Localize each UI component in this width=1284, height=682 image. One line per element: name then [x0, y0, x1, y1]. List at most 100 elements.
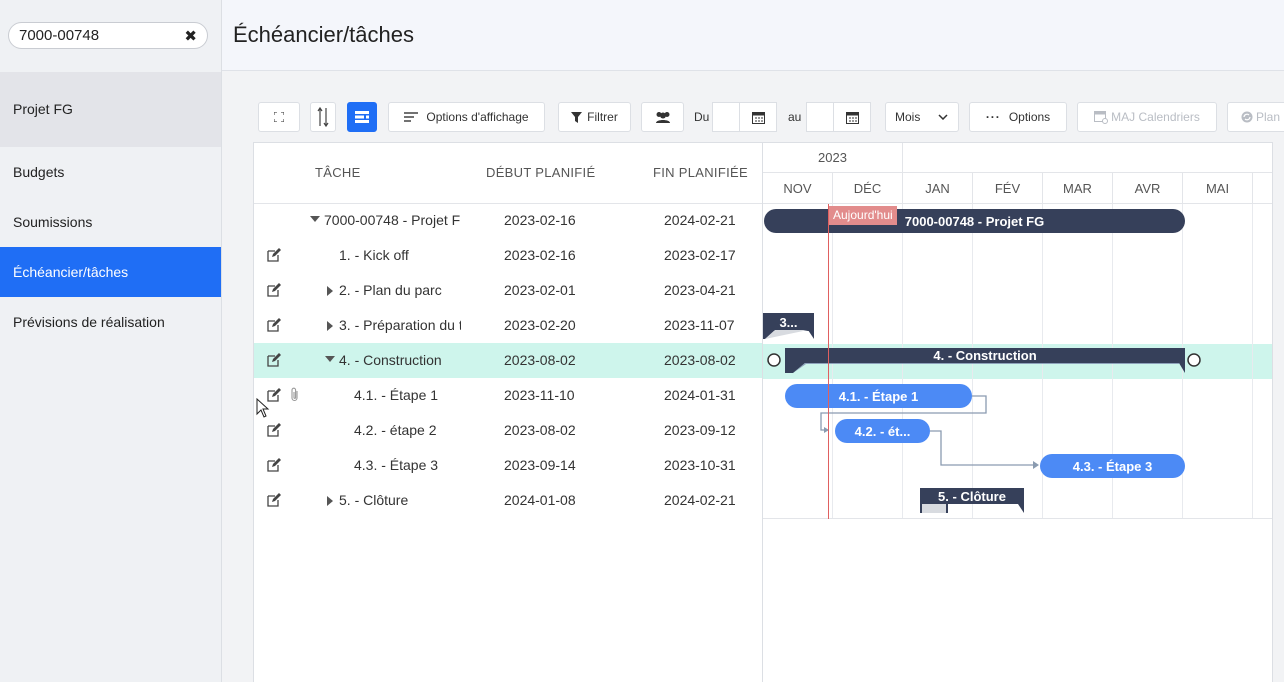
task-end: 2024-02-21: [664, 492, 736, 508]
gantt-bar-label: 7000-00748 - Projet FG: [904, 213, 1045, 229]
expand-rows-button[interactable]: [310, 102, 336, 132]
expand-icon[interactable]: [327, 321, 333, 331]
resources-button[interactable]: [641, 102, 684, 132]
table-row[interactable]: 5. - Clôture 2024-01-08 2024-02-21: [254, 483, 764, 518]
search-input[interactable]: [19, 26, 179, 45]
expand-icon[interactable]: [327, 496, 333, 506]
collapse-icon[interactable]: [310, 216, 320, 222]
gantt-chart: 2023 NOV DÉC JAN FÉV MAR AVR MAI 7000-00…: [762, 142, 1273, 682]
update-calendars-label: MAJ Calendriers: [1111, 110, 1200, 124]
task-start: 2023-02-16: [504, 212, 576, 228]
from-date-input[interactable]: [712, 102, 740, 132]
update-calendars-button[interactable]: MAJ Calendriers: [1077, 102, 1217, 132]
search-box: ✖: [8, 22, 208, 49]
display-options-button[interactable]: Options d'affichage: [388, 102, 545, 132]
gantt-bar-step-2[interactable]: 4.2. - ét...: [835, 419, 930, 443]
gantt-bar-label: 3...: [779, 314, 798, 330]
to-date-input[interactable]: [806, 102, 834, 132]
plan-label: Plan: [1256, 110, 1281, 124]
options-button[interactable]: ··· Options: [969, 102, 1067, 132]
task-start: 2023-08-02: [504, 352, 576, 368]
ellipsis-icon: ···: [985, 110, 1001, 124]
clear-search-icon[interactable]: ✖: [184, 27, 197, 45]
calendar-icon: [751, 111, 765, 124]
fullscreen-button[interactable]: [258, 102, 300, 132]
calendar-sync-icon: [1094, 111, 1109, 124]
task-name: 2. - Plan du parc: [339, 282, 442, 298]
column-header-end[interactable]: FIN PLANIFIÉE: [653, 165, 748, 180]
edit-icon[interactable]: [266, 317, 282, 333]
page-title: Échéancier/tâches: [233, 22, 414, 47]
sidebar-item-budgets[interactable]: Budgets: [0, 147, 221, 197]
table-row[interactable]: 4.3. - Étape 3 2023-09-14 2023-10-31: [254, 448, 764, 483]
table-row[interactable]: 4.1. - Étape 1 2023-11-10 2024-01-31: [254, 378, 764, 413]
from-label: Du: [694, 110, 710, 124]
expand-icon[interactable]: [327, 286, 333, 296]
chevron-down-icon: [938, 114, 948, 120]
sidebar-item-label: Prévisions de réalisation: [13, 314, 165, 330]
options-label: Options: [1008, 110, 1051, 124]
from-date-picker[interactable]: [739, 102, 777, 132]
edit-icon[interactable]: [266, 422, 282, 438]
task-name: 4.1. - Étape 1: [354, 387, 439, 403]
gantt-bar-step-3[interactable]: 4.3. - Étape 3: [1040, 454, 1185, 478]
filter-button[interactable]: Filtrer: [558, 102, 631, 132]
project-selector[interactable]: Projet FG: [0, 72, 221, 147]
task-end: 2024-01-31: [664, 387, 736, 403]
task-end: 2023-02-17: [664, 247, 736, 263]
drag-handle-start-icon[interactable]: [767, 353, 781, 367]
today-label: Aujourd'hui: [829, 206, 897, 225]
sidebar-item-label: Échéancier/tâches: [13, 264, 129, 280]
filter-icon: [571, 111, 583, 123]
vertical-arrows-icon: [317, 106, 329, 128]
edit-icon[interactable]: [266, 282, 282, 298]
scale-value: Mois: [895, 110, 921, 124]
edit-icon[interactable]: [266, 492, 282, 508]
task-end: 2023-10-31: [664, 457, 736, 473]
gantt-bar-step-1[interactable]: 4.1. - Étape 1: [785, 384, 972, 408]
edit-icon[interactable]: [266, 457, 282, 473]
task-start: 2024-01-08: [504, 492, 576, 508]
task-start: 2023-02-20: [504, 317, 576, 333]
collapse-icon[interactable]: [325, 356, 335, 362]
task-grid: TÂCHE DÉBUT PLANIFIÉ FIN PLANIFIÉE 7000-…: [253, 142, 764, 682]
task-end: 2023-11-07: [664, 317, 735, 333]
sidebar-item-soumissions[interactable]: Soumissions: [0, 197, 221, 247]
task-start: 2023-11-10: [504, 387, 575, 403]
sidebar-item-echeancier[interactable]: Échéancier/tâches: [0, 247, 221, 297]
task-start: 2023-09-14: [504, 457, 576, 473]
gantt-view-button[interactable]: [347, 102, 377, 132]
sidebar-item-label: Budgets: [13, 164, 65, 180]
column-header-start[interactable]: DÉBUT PLANIFIÉ: [486, 165, 595, 180]
task-end: 2023-08-02: [664, 352, 736, 368]
summary-bar-bracket: [763, 329, 814, 339]
edit-icon[interactable]: [266, 352, 282, 368]
gantt-bar-closing[interactable]: 5. - Clôture: [920, 488, 1024, 504]
table-row[interactable]: 2. - Plan du parc 2023-02-01 2023-04-21: [254, 273, 764, 308]
attachment-icon[interactable]: [289, 387, 301, 403]
drag-handle-end-icon[interactable]: [1187, 353, 1201, 367]
table-row[interactable]: 4.2. - étape 2 2023-08-02 2023-09-12: [254, 413, 764, 448]
gantt-bar-label: 4.1. - Étape 1: [838, 388, 919, 404]
sidebar-item-previsions[interactable]: Prévisions de réalisation: [0, 297, 221, 347]
gantt-icon: [355, 111, 369, 123]
plan-button[interactable]: Plan: [1227, 102, 1284, 132]
sidebar-item-label: Soumissions: [13, 214, 93, 230]
page-header: Échéancier/tâches: [222, 0, 1284, 71]
table-row[interactable]: 3. - Préparation du t 2023-02-20 2023-11…: [254, 308, 764, 343]
edit-icon[interactable]: [266, 247, 282, 263]
gantt-bar-construction[interactable]: 4. - Construction: [785, 348, 1185, 362]
table-row-selected[interactable]: 4. - Construction 2023-08-02 2023-08-02: [254, 343, 764, 378]
scale-select[interactable]: Mois: [885, 102, 959, 132]
to-date-picker[interactable]: [833, 102, 871, 132]
gantt-bar-label: 4. - Construction: [933, 348, 1037, 362]
task-name: 5. - Clôture: [339, 492, 409, 508]
project-name: Projet FG: [13, 101, 73, 117]
to-label: au: [788, 110, 802, 124]
gantt-bar-label: 4.2. - ét...: [854, 423, 911, 439]
sync-icon: [1241, 111, 1253, 123]
table-row[interactable]: 1. - Kick off 2023-02-16 2023-02-17: [254, 238, 764, 273]
mouse-cursor-icon: [256, 398, 270, 418]
column-header-task[interactable]: TÂCHE: [315, 165, 361, 180]
table-row[interactable]: 7000-00748 - Projet FG 2023-02-16 2024-0…: [254, 203, 764, 238]
